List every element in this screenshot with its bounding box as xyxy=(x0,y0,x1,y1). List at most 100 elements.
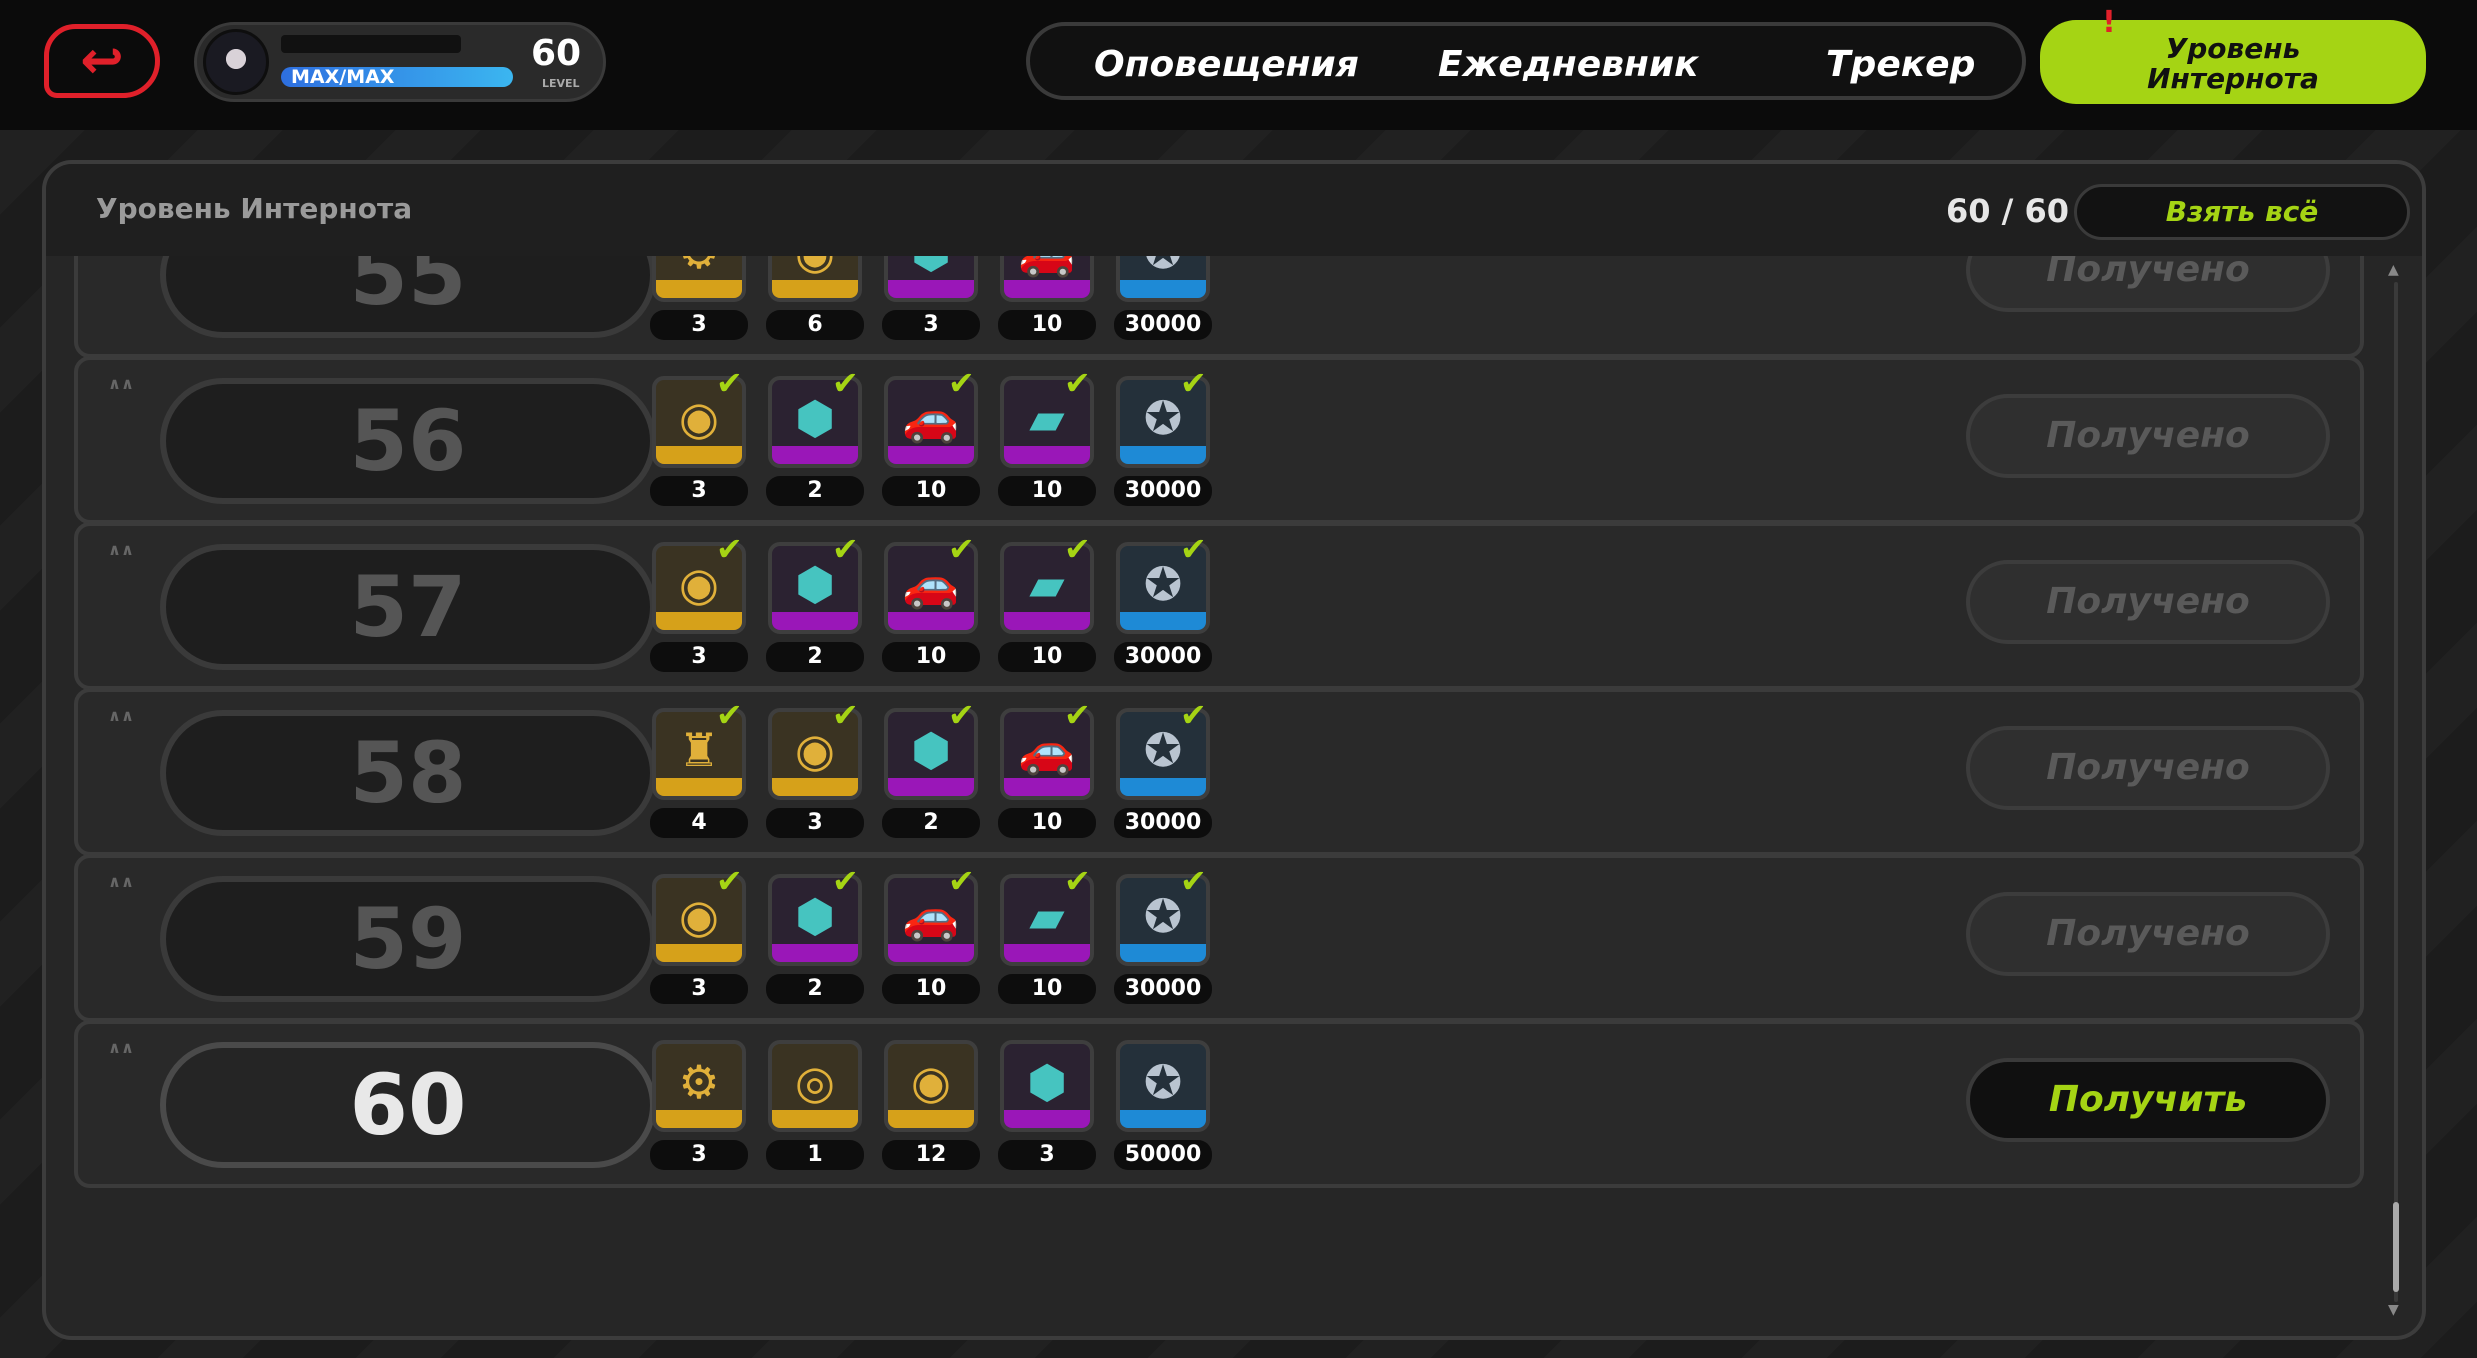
checkmark-icon: ✔ xyxy=(716,530,743,568)
rarity-band xyxy=(772,1110,858,1128)
reward-frame: ◉ xyxy=(768,256,862,302)
rarity-band xyxy=(888,612,974,630)
reward-frame: ◎ xyxy=(768,1040,862,1132)
checkmark-icon: ✔ xyxy=(1180,696,1207,734)
rarity-band xyxy=(888,1110,974,1128)
rarity-band xyxy=(1120,280,1206,298)
avatar[interactable] xyxy=(203,29,269,95)
checkmark-icon: ✔ xyxy=(948,862,975,900)
reward-quantity: 3 xyxy=(650,642,748,672)
claimed-status-button[interactable]: Получено xyxy=(1966,560,2330,644)
reward-quantity: 2 xyxy=(766,476,864,506)
level-caption: LEVEL xyxy=(542,77,580,90)
reward-quantity: 30000 xyxy=(1114,808,1212,838)
rarity-band xyxy=(888,280,974,298)
player-name-redacted xyxy=(281,35,461,53)
rarity-band xyxy=(888,446,974,464)
checkmark-icon: ✔ xyxy=(1180,862,1207,900)
row-level: 60 xyxy=(160,1042,656,1168)
level-progress: 60 / 60 xyxy=(1946,192,2070,230)
player-profile[interactable]: MAX/MAX 60 LEVEL xyxy=(194,22,606,102)
row-level: 59 xyxy=(160,876,656,1002)
row-brand-icon: ∧∧ xyxy=(108,872,134,891)
rarity-band xyxy=(656,944,742,962)
tab-label-line2: Интернота xyxy=(2147,62,2319,95)
tab-notifications[interactable]: Оповещения xyxy=(1094,44,1359,85)
checkmark-icon: ✔ xyxy=(832,364,859,402)
reward-quantity: 30000 xyxy=(1114,642,1212,672)
back-button[interactable]: ↩ xyxy=(44,24,160,98)
checkmark-icon: ✔ xyxy=(832,530,859,568)
claimed-status-button[interactable]: Получено xyxy=(1966,394,2330,478)
player-level: 60 xyxy=(531,33,582,74)
reward-quantity: 3 xyxy=(882,310,980,340)
claimed-status-button[interactable]: Получено xyxy=(1966,256,2330,312)
cube-icon: ⬢ xyxy=(1026,1055,1068,1109)
checkmark-icon: ✔ xyxy=(1180,530,1207,568)
checkmark-icon: ✔ xyxy=(948,364,975,402)
rarity-band xyxy=(772,446,858,464)
reward-frame: ⬢ xyxy=(884,256,978,302)
scroll-thumb[interactable] xyxy=(2393,1202,2399,1292)
checkmark-icon: ✔ xyxy=(1064,696,1091,734)
reward-row: ∧∧ 60 ⚙ 3 ◎ 1 ◉ 12 ⬢ 3 ✪ 50000 Получить xyxy=(74,1020,2364,1188)
rarity-band xyxy=(772,280,858,298)
reward-quantity: 30000 xyxy=(1114,310,1212,340)
reward-frame: ✪ xyxy=(1116,1040,1210,1132)
reward-frame: ⚙ xyxy=(652,1040,746,1132)
reward-quantity: 10 xyxy=(882,642,980,672)
row-level: 55 xyxy=(160,256,656,338)
tab-bar: Оповещения Ежедневник Трекер xyxy=(1026,22,2026,100)
rarity-band xyxy=(1120,778,1206,796)
rarity-band xyxy=(772,778,858,796)
reward-row: ∧∧ 57 ◉ ✔ 3 ⬢ ✔ 2 🚗 ✔ 10 ▰ ✔ 10 ✪ ✔ 30000 Получено xyxy=(74,522,2364,690)
claimed-status-button[interactable]: Получено xyxy=(1966,892,2330,976)
tab-tracker[interactable]: Трекер xyxy=(1826,44,1975,85)
xp-text: MAX/MAX xyxy=(291,67,395,87)
reward-quantity: 30000 xyxy=(1114,974,1212,1004)
reward-quantity: 2 xyxy=(766,974,864,1004)
rarity-band xyxy=(772,612,858,630)
scroll-down-icon[interactable]: ▼ xyxy=(2388,1302,2399,1318)
reward-frame: ⬢ xyxy=(1000,1040,1094,1132)
scroll-up-icon[interactable]: ▲ xyxy=(2388,262,2399,278)
row-brand-icon: ∧∧ xyxy=(108,706,134,725)
reward-quantity: 10 xyxy=(998,476,1096,506)
tab-daily[interactable]: Ежедневник xyxy=(1438,44,1699,85)
xp-bar: MAX/MAX xyxy=(281,67,513,87)
rarity-band xyxy=(1120,944,1206,962)
scrollbar[interactable]: ▲ ▼ xyxy=(2386,262,2406,1318)
checkmark-icon: ✔ xyxy=(716,364,743,402)
checkmark-icon: ✔ xyxy=(1064,862,1091,900)
reward-frame: ⚙ xyxy=(652,256,746,302)
reward-quantity: 6 xyxy=(766,310,864,340)
rarity-band xyxy=(656,446,742,464)
checkmark-icon: ✔ xyxy=(716,862,743,900)
reward-row: ∧∧55⚙✔3◉✔6⬢✔3🚗✔10✪✔30000Получено xyxy=(74,256,2364,358)
back-arrow-icon: ↩ xyxy=(80,31,124,91)
reward-quantity: 10 xyxy=(998,974,1096,1004)
row-level: 58 xyxy=(160,710,656,836)
claimed-status-button[interactable]: Получено xyxy=(1966,726,2330,810)
rarity-band xyxy=(656,280,742,298)
alert-icon: ! xyxy=(2102,5,2116,40)
rarity-band xyxy=(1004,1110,1090,1128)
reward-row: ∧∧ 56 ◉ ✔ 3 ⬢ ✔ 2 🚗 ✔ 10 ▰ ✔ 10 ✪ ✔ 30000 Получено xyxy=(74,356,2364,524)
row-brand-icon: ∧∧ xyxy=(108,1038,134,1057)
rarity-band xyxy=(772,944,858,962)
claim-button[interactable]: Получить xyxy=(1966,1058,2330,1142)
reward-quantity: 10 xyxy=(882,476,980,506)
reward-rows: ∧∧55⚙✔3◉✔6⬢✔3🚗✔10✪✔30000Получено∧∧56◉✔3⬢… xyxy=(74,256,2364,1336)
claim-all-button[interactable]: Взять всё xyxy=(2074,184,2410,240)
rarity-band xyxy=(1004,944,1090,962)
reward-quantity: 2 xyxy=(766,642,864,672)
panel-title: Уровень Интернота xyxy=(96,192,413,225)
reward-frame: ✪ xyxy=(1116,256,1210,302)
rarity-band xyxy=(1120,612,1206,630)
rarity-band xyxy=(1120,1110,1206,1128)
reward-quantity: 4 xyxy=(650,808,748,838)
rarity-band xyxy=(1120,446,1206,464)
coin-icon: ✪ xyxy=(1143,1055,1183,1109)
reward-panel: Уровень Интернота 60 / 60 Взять всё ∧∧ 55… xyxy=(42,160,2426,1340)
rarity-band xyxy=(656,778,742,796)
